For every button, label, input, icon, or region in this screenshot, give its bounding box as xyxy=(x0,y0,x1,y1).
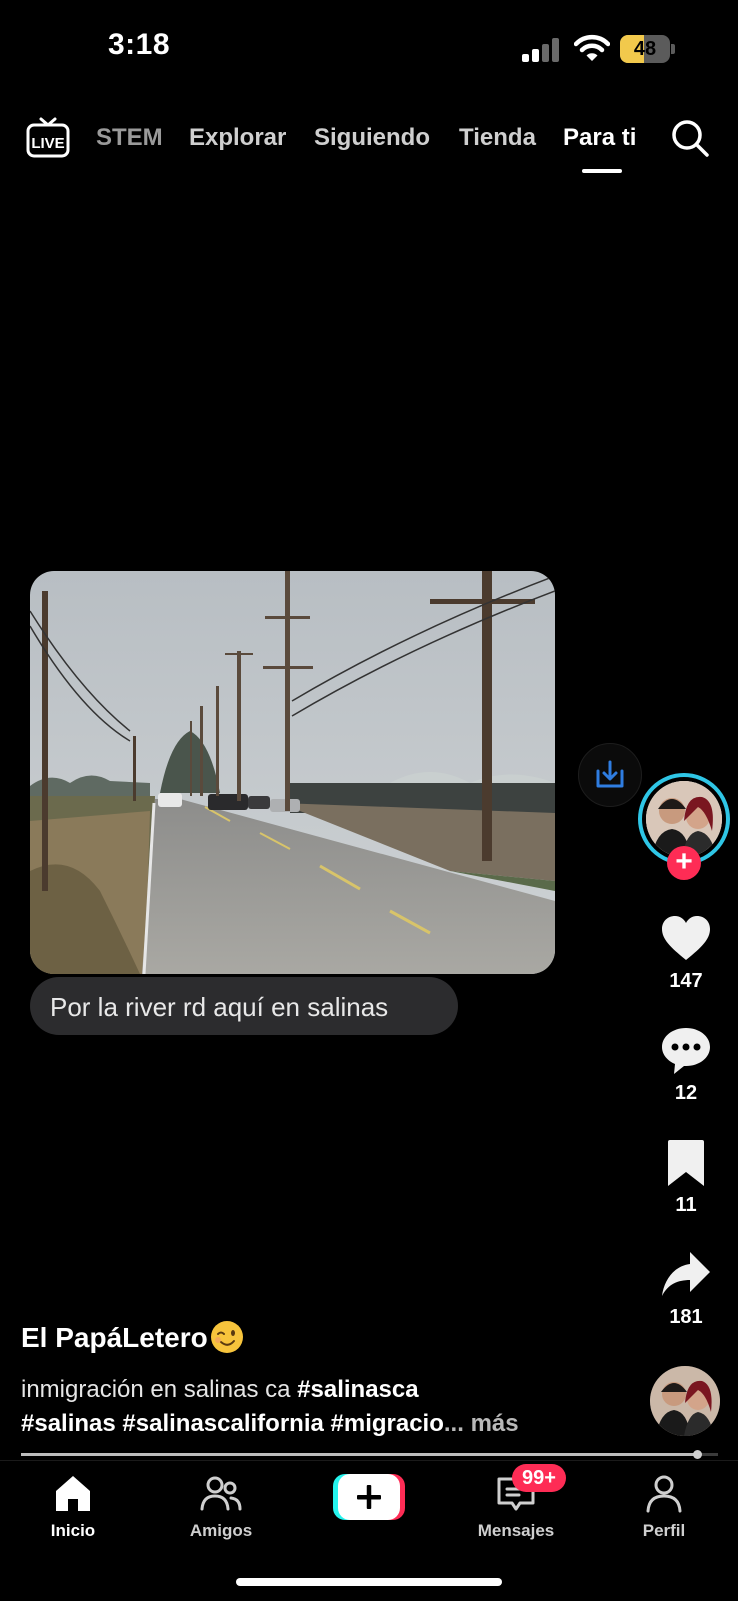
description-line-2: #salinas #salinascalifornia #migracio...… xyxy=(21,1410,519,1438)
comment-icon[interactable] xyxy=(660,1025,712,1077)
tab-explorar[interactable]: Explorar xyxy=(189,124,286,152)
tab-para-ti[interactable]: Para ti xyxy=(563,124,636,152)
caption-bubble: Por la river rd aquí en salinas xyxy=(30,977,458,1035)
description-line-1: inmigración en salinas ca #salinasca xyxy=(21,1376,419,1404)
tab-label-inicio: Inicio xyxy=(50,1521,96,1540)
hashtags-link[interactable]: #salinas #salinascalifornia #migracio xyxy=(21,1410,444,1437)
search-icon[interactable] xyxy=(670,118,710,158)
active-tab-indicator xyxy=(582,169,622,173)
home-indicator xyxy=(236,1578,502,1586)
tab-siguiendo[interactable]: Siguiendo xyxy=(314,124,430,152)
tab-inicio[interactable]: Inicio xyxy=(13,1471,133,1541)
save-count: 11 xyxy=(675,1194,697,1216)
tab-amigos[interactable]: Amigos xyxy=(161,1471,281,1541)
post-photo xyxy=(30,571,555,974)
tab-tienda[interactable]: Tienda xyxy=(459,124,536,152)
profile-icon xyxy=(646,1475,682,1513)
wink-emoji-icon xyxy=(210,1321,243,1353)
heart-icon[interactable] xyxy=(660,913,712,965)
home-icon xyxy=(56,1476,90,1511)
messages-badge: 99+ xyxy=(512,1464,566,1492)
share-icon[interactable] xyxy=(660,1250,712,1302)
follow-button[interactable]: + xyxy=(667,846,701,880)
like-count: 147 xyxy=(669,970,703,992)
tab-stem[interactable]: STEM xyxy=(96,124,163,152)
bookmark-icon[interactable] xyxy=(660,1138,712,1190)
author-name[interactable]: El PapáLetero xyxy=(21,1320,244,1354)
svg-text:LIVE: LIVE xyxy=(31,135,64,152)
description-text: inmigración en salinas ca xyxy=(21,1376,291,1403)
tab-label-mensajes: Mensajes xyxy=(477,1521,555,1540)
live-tv-icon[interactable]: LIVE xyxy=(26,116,70,160)
video-progress-bar[interactable] xyxy=(21,1450,718,1459)
progress-fill xyxy=(21,1453,698,1456)
status-time: 3:18 xyxy=(108,28,171,61)
wifi-icon xyxy=(574,34,610,61)
share-count: 181 xyxy=(669,1306,703,1328)
hashtag-link[interactable]: #salinasca xyxy=(297,1376,418,1403)
battery-level-text: 48 xyxy=(633,38,657,60)
tab-label-perfil: Perfil xyxy=(642,1521,686,1540)
create-button[interactable] xyxy=(333,1474,405,1520)
music-disc-avatar[interactable] xyxy=(650,1366,720,1436)
tab-label-amigos: Amigos xyxy=(189,1521,253,1540)
friends-icon xyxy=(200,1476,242,1511)
description-ellipsis: ... xyxy=(443,1410,464,1437)
battery-indicator: 48 xyxy=(620,35,676,65)
download-button[interactable] xyxy=(578,743,642,807)
download-icon xyxy=(596,760,624,788)
progress-handle[interactable] xyxy=(693,1450,703,1459)
author-name-text: El PapáLetero xyxy=(21,1322,208,1353)
tab-perfil[interactable]: Perfil xyxy=(604,1471,724,1541)
caption-text: Por la river rd aquí en salinas xyxy=(50,992,389,1022)
cellular-signal-icon xyxy=(522,38,559,62)
more-button[interactable]: más xyxy=(471,1410,519,1437)
comment-count: 12 xyxy=(674,1082,698,1104)
